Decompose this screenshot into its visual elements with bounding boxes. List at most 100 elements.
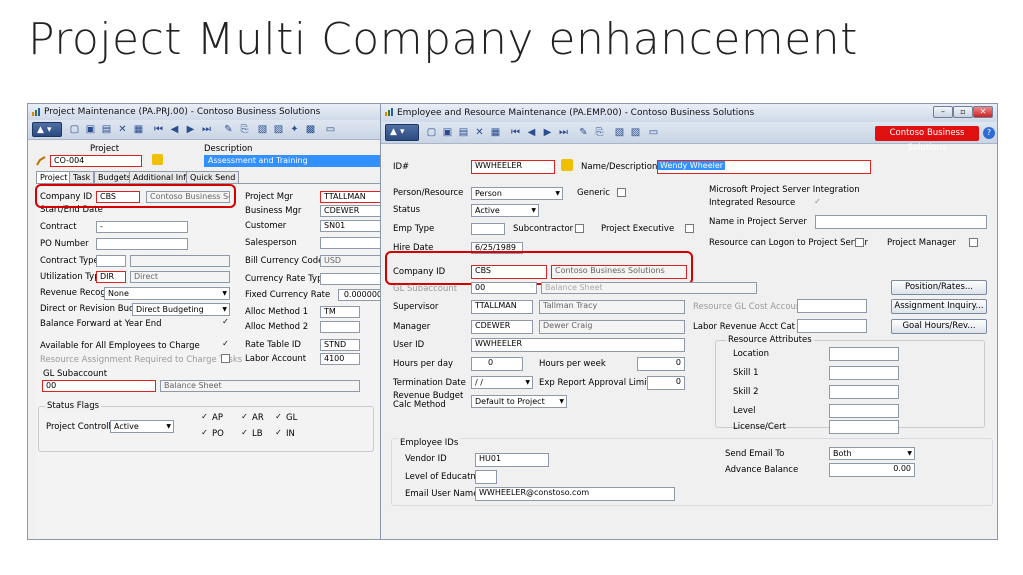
cancel-icon[interactable]: ▦ [489,126,502,139]
note-icon[interactable]: ✎ [577,126,590,139]
attach-icon[interactable]: ⎘ [238,123,251,136]
copy-icon[interactable]: ▤ [457,126,470,139]
window-icon[interactable]: ▭ [647,126,660,139]
app-menu-button[interactable]: ▲ ▾ [385,124,419,141]
project-controller-select[interactable]: Active [110,420,174,433]
person-resource-select[interactable]: Person [471,187,563,200]
new-icon[interactable]: ▢ [68,123,81,136]
next-icon[interactable]: ▶ [184,123,197,136]
project-executive-checkbox[interactable] [685,224,694,233]
alloc-method2-field[interactable] [320,321,360,333]
subcontractor-checkbox[interactable] [575,224,584,233]
cancel-icon[interactable]: ▦ [132,123,145,136]
minimize-button[interactable]: – [933,106,953,118]
business-mgr-field[interactable]: CDEWER [320,205,384,217]
flag-ar-checkbox[interactable]: ✓ [240,413,249,422]
supervisor-field[interactable]: TTALLMAN [471,300,533,314]
last-icon[interactable]: ⏭ [557,126,570,139]
generic-checkbox[interactable] [617,188,626,197]
email-user-field[interactable]: WWHEELER@constoso.com [475,487,675,501]
gl-subaccount-field[interactable]: 00 [42,380,156,392]
location-field[interactable] [829,347,899,361]
project-mgr-field[interactable]: TTALLMAN [320,191,384,203]
resource-gl-cost-field[interactable] [797,299,867,313]
flag-gl-checkbox[interactable]: ✓ [274,413,283,422]
assignment-inquiry-button[interactable]: Assignment Inquiry... [891,299,987,314]
print-icon[interactable]: ▧ [613,126,626,139]
new-icon[interactable]: ▢ [425,126,438,139]
first-icon[interactable]: ⏮ [152,123,165,136]
hours-per-week-field[interactable]: 0 [637,357,685,371]
available-all-checkbox[interactable]: ✓ [221,340,230,349]
license-cert-field[interactable] [829,420,899,434]
name-description-field[interactable]: Wendy Wheeler [657,160,871,174]
prev-icon[interactable]: ◀ [168,123,181,136]
last-icon[interactable]: ⏭ [200,123,213,136]
labor-account-field[interactable]: 4100 [320,353,360,365]
lookup-icon[interactable] [561,159,573,171]
salesperson-field[interactable] [320,237,384,249]
name-in-server-field[interactable] [815,215,987,229]
copy-icon[interactable]: ▤ [100,123,113,136]
vendor-id-field[interactable]: HU01 [475,453,549,467]
contract-field[interactable]: - [96,221,188,233]
flag-po-checkbox[interactable]: ✓ [200,429,209,438]
goal-hours-button[interactable]: Goal Hours/Rev... [891,319,987,334]
flag-in-checkbox[interactable]: ✓ [274,429,283,438]
note-icon[interactable]: ✎ [222,123,235,136]
emp-type-field[interactable] [471,223,505,235]
resource-required-checkbox[interactable] [221,354,230,363]
app-menu-button[interactable]: ▲ ▾ [32,122,62,137]
fixed-rate-field[interactable]: 0.000000 [338,289,386,301]
tools-icon[interactable]: ✦ [288,123,301,136]
window-icon[interactable]: ▭ [324,123,337,136]
user-id-field[interactable]: WWHEELER [471,338,685,352]
level-education-field[interactable] [475,470,497,484]
maximize-button[interactable]: ▫ [953,106,973,118]
attach-icon[interactable]: ⎘ [593,126,606,139]
exp-limit-field[interactable]: 0 [647,376,685,390]
tab-task[interactable]: Task [69,171,95,183]
flag-lb-checkbox[interactable]: ✓ [240,429,249,438]
revenue-recog-select[interactable]: None [104,287,230,300]
balance-forward-checkbox[interactable]: ✓ [221,318,230,327]
tab-additional-info[interactable]: Additional Info [129,171,195,183]
rate-table-field[interactable]: STND [320,339,360,351]
hours-per-day-field[interactable]: 0 [471,357,523,371]
manager-field[interactable]: CDEWER [471,320,533,334]
customer-field[interactable]: SN01 [320,220,384,232]
customize-icon[interactable]: ▨ [629,126,642,139]
position-rates-button[interactable]: Position/Rates... [891,280,987,295]
help-icon[interactable]: ? [983,127,995,139]
save-icon[interactable]: ▣ [84,123,97,136]
id-field[interactable]: WWHEELER [471,160,555,174]
skill1-field[interactable] [829,366,899,380]
send-email-select[interactable]: Both [829,447,915,460]
gl-subaccount-field[interactable]: 00 [471,282,537,294]
project-manager-checkbox[interactable] [969,238,978,247]
calc-icon[interactable]: ▩ [304,123,317,136]
prev-icon[interactable]: ◀ [525,126,538,139]
level-field[interactable] [829,404,899,418]
bill-currency-field[interactable]: USD [320,255,384,267]
status-select[interactable]: Active [471,204,539,217]
delete-icon[interactable]: ✕ [473,126,486,139]
advance-balance-field[interactable]: 0.00 [829,463,915,477]
delete-icon[interactable]: ✕ [116,123,129,136]
logon-checkbox[interactable] [855,238,864,247]
alloc-method1-field[interactable]: TM [320,306,360,318]
print-icon[interactable]: ▧ [256,123,269,136]
description-field[interactable]: Assessment and Training [204,155,382,167]
customize-icon[interactable]: ▨ [272,123,285,136]
project-id-field[interactable]: CO-004 [50,155,142,167]
lookup-icon[interactable] [152,154,163,165]
integrated-resource-checkbox[interactable]: ✓ [813,198,822,207]
labor-revenue-field[interactable] [797,319,867,333]
tab-quick-send[interactable]: Quick Send [186,171,240,183]
contract-type-field[interactable] [96,255,126,267]
flag-ap-checkbox[interactable]: ✓ [200,413,209,422]
close-button[interactable]: ✕ [973,106,993,118]
skill2-field[interactable] [829,385,899,399]
save-icon[interactable]: ▣ [441,126,454,139]
next-icon[interactable]: ▶ [541,126,554,139]
